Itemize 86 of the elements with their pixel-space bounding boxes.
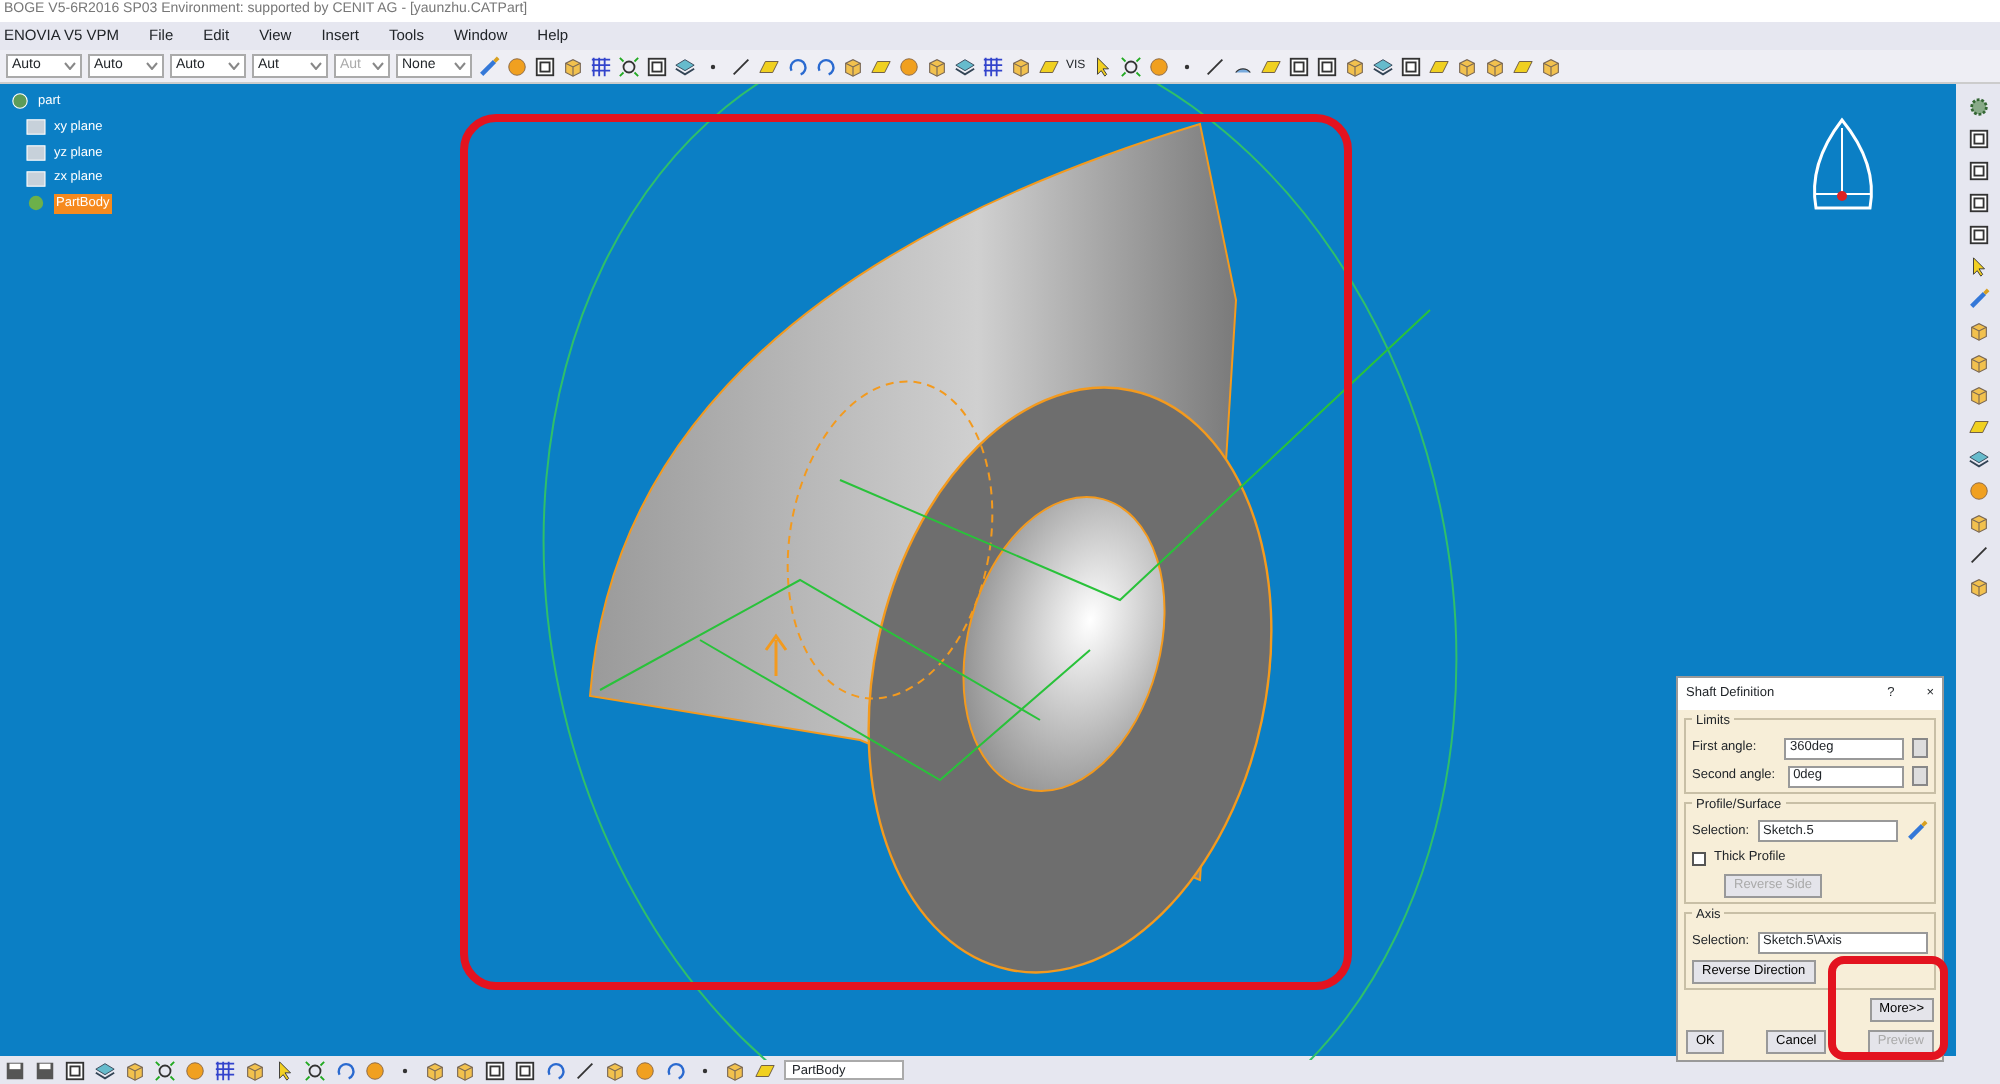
cube-icon[interactable] <box>562 55 584 77</box>
caret-icon <box>454 62 466 70</box>
layers-icon[interactable] <box>674 55 696 77</box>
plane-icon[interactable] <box>1259 55 1282 77</box>
caret-icon <box>64 62 76 70</box>
window-icon[interactable] <box>534 55 556 77</box>
layers-icon[interactable] <box>94 1059 116 1081</box>
line-icon[interactable] <box>574 1059 596 1081</box>
window-icon[interactable] <box>1967 160 1989 182</box>
plane-icon[interactable] <box>1038 55 1060 77</box>
caret-icon <box>228 62 240 70</box>
grid-icon[interactable] <box>590 55 612 77</box>
plane-icon[interactable] <box>870 55 892 77</box>
cube-icon[interactable] <box>1455 55 1478 77</box>
compass-icon[interactable] <box>1813 118 1873 210</box>
brush-icon[interactable] <box>478 55 500 77</box>
cube-icon[interactable] <box>1967 576 1989 598</box>
line-icon[interactable] <box>730 55 752 77</box>
window-icon[interactable] <box>646 55 668 77</box>
cube-icon[interactable] <box>1343 55 1366 77</box>
window-icon[interactable] <box>1967 192 1989 214</box>
layers-icon[interactable] <box>1967 448 1989 470</box>
line-icon[interactable] <box>1967 544 1989 566</box>
pointer-icon[interactable] <box>274 1059 296 1081</box>
target-icon[interactable] <box>1119 55 1142 77</box>
window-icon[interactable] <box>1287 55 1310 77</box>
sphere-icon[interactable] <box>1967 480 1989 502</box>
body-icon <box>24 194 48 213</box>
gear-icon[interactable] <box>1967 96 1989 118</box>
sphere-icon[interactable] <box>184 1059 206 1081</box>
plane-icon[interactable] <box>1427 55 1450 77</box>
part-icon <box>8 92 32 111</box>
cube-icon[interactable] <box>604 1059 626 1081</box>
window-icon[interactable] <box>484 1059 506 1081</box>
sphere-icon[interactable] <box>364 1059 386 1081</box>
window-icon[interactable] <box>1315 55 1338 77</box>
plane-icon <box>24 143 48 162</box>
save-icon[interactable] <box>4 1059 26 1081</box>
sphere-icon[interactable] <box>634 1059 656 1081</box>
layers-icon[interactable] <box>954 55 976 77</box>
window-icon[interactable] <box>1967 224 1989 246</box>
layers-icon[interactable] <box>1371 55 1394 77</box>
checkbox[interactable] <box>1692 851 1706 866</box>
target-icon[interactable] <box>304 1059 326 1081</box>
caret-icon <box>146 62 158 70</box>
cube-icon[interactable] <box>244 1059 266 1081</box>
plane-icon[interactable] <box>1967 416 1989 438</box>
pointer-icon[interactable] <box>1967 256 1989 278</box>
target-icon[interactable] <box>618 55 640 77</box>
grid-icon[interactable] <box>982 55 1004 77</box>
cube-icon[interactable] <box>454 1059 476 1081</box>
cube-icon[interactable] <box>1967 384 1989 406</box>
caret-icon <box>372 62 384 70</box>
save-icon[interactable] <box>34 1059 56 1081</box>
plane-icon[interactable] <box>1511 55 1534 77</box>
caret-icon <box>310 62 322 70</box>
cube-icon[interactable] <box>1967 352 1989 374</box>
rotate-icon[interactable] <box>786 55 808 77</box>
window-icon[interactable] <box>514 1059 536 1081</box>
cube-icon[interactable] <box>124 1059 146 1081</box>
plane-icon[interactable] <box>758 55 780 77</box>
cube-icon[interactable] <box>1967 512 1989 534</box>
grid-icon[interactable] <box>214 1059 236 1081</box>
cube-icon[interactable] <box>724 1059 746 1081</box>
plane-icon <box>24 118 48 137</box>
cube-icon[interactable] <box>1539 55 1562 77</box>
pointer-icon[interactable] <box>1091 55 1114 77</box>
cube-icon[interactable] <box>926 55 948 77</box>
cube-icon[interactable] <box>842 55 864 77</box>
brush-icon[interactable] <box>1967 288 1989 310</box>
cube-icon[interactable] <box>1967 320 1989 342</box>
rotate-icon[interactable] <box>544 1059 566 1081</box>
window-icon[interactable] <box>1967 128 1989 150</box>
sphere-icon[interactable] <box>898 55 920 77</box>
line-icon[interactable] <box>1203 55 1226 77</box>
cube-icon[interactable] <box>424 1059 446 1081</box>
target-icon[interactable] <box>154 1059 176 1081</box>
rotate-icon[interactable] <box>334 1059 356 1081</box>
cube-icon[interactable] <box>1010 55 1032 77</box>
sketch-icon[interactable] <box>1906 820 1928 843</box>
window-icon[interactable] <box>64 1059 86 1081</box>
window-icon[interactable] <box>1399 55 1422 77</box>
plane-icon <box>24 169 48 188</box>
cube-icon[interactable] <box>1483 55 1506 77</box>
rotate-icon[interactable] <box>814 55 836 77</box>
rotate-icon[interactable] <box>664 1059 686 1081</box>
